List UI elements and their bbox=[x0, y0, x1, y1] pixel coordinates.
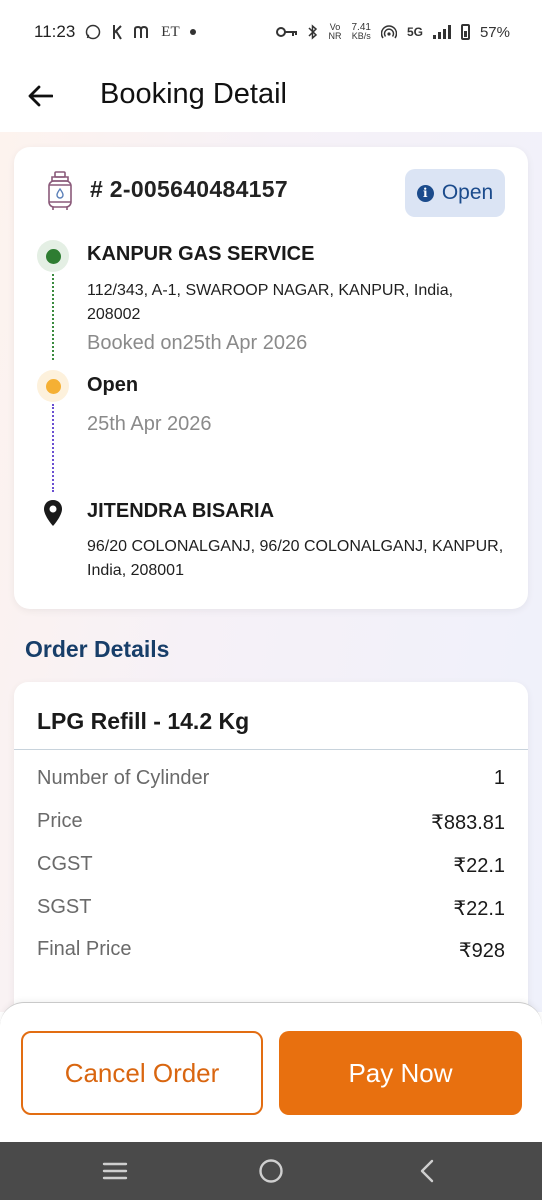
order-row-label: Price bbox=[37, 810, 83, 832]
order-details-heading: Order Details bbox=[25, 636, 170, 662]
order-row-sgst: SGST ₹22.1 bbox=[37, 896, 505, 921]
order-row-value: ₹883.81 bbox=[431, 812, 505, 834]
volte-indicator: Vo NR bbox=[328, 22, 342, 41]
status-bar-left: 11:23 ET bbox=[34, 22, 196, 42]
home-button[interactable] bbox=[256, 1156, 286, 1186]
bluetooth-icon bbox=[308, 24, 318, 40]
status-date: 25th Apr 2026 bbox=[87, 413, 212, 435]
order-row-label: Final Price bbox=[37, 938, 132, 960]
app-header: Booking Detail bbox=[0, 64, 542, 132]
booking-number: # 2-005640484157 bbox=[90, 176, 288, 202]
page-title: Booking Detail bbox=[100, 78, 287, 110]
timeline-connector-purple bbox=[52, 404, 54, 492]
notification-dot-icon bbox=[189, 29, 196, 35]
order-row-value: 1 bbox=[493, 767, 505, 789]
current-status: Open bbox=[87, 374, 139, 396]
order-row-label: Number of Cylinder bbox=[37, 767, 210, 789]
battery-percent: 57% bbox=[479, 23, 510, 41]
customer-address: 96/20 COLONALGANJ, 96/20 COLONALGANJ, KA… bbox=[87, 538, 504, 579]
info-icon: i bbox=[416, 184, 434, 202]
pay-now-button[interactable]: Pay Now bbox=[279, 1031, 522, 1115]
cancel-order-button[interactable]: Cancel Order bbox=[21, 1031, 263, 1115]
system-back-button[interactable] bbox=[412, 1156, 442, 1186]
menu-lines-icon bbox=[102, 1162, 128, 1180]
customer-name: JITENDRA BISARIA bbox=[87, 500, 275, 522]
recent-apps-button[interactable] bbox=[100, 1156, 130, 1186]
network-speed: 7.41 KB/s bbox=[351, 22, 371, 41]
et-icon: ET bbox=[161, 23, 180, 40]
distributor-address: 112/343, A-1, SWAROOP NAGAR, KANPUR, Ind… bbox=[87, 282, 454, 323]
home-circle-icon bbox=[259, 1159, 283, 1183]
timeline-connector-green bbox=[52, 274, 54, 360]
order-row-label: CGST bbox=[37, 853, 93, 875]
distributor-name: KANPUR GAS SERVICE bbox=[87, 243, 315, 265]
signal-icon bbox=[432, 25, 451, 39]
system-nav-bar bbox=[0, 1142, 542, 1200]
timeline-dot-distributor bbox=[37, 240, 69, 272]
order-row-final-price: Final Price ₹928 bbox=[37, 938, 505, 963]
bottom-action-bar: Cancel Order Pay Now bbox=[0, 1002, 542, 1142]
order-card: LPG Refill - 14.2 Kg Number of Cylinder … bbox=[14, 682, 528, 1022]
app-m-icon bbox=[134, 25, 149, 38]
hotspot-icon bbox=[380, 25, 397, 39]
order-row-price: Price ₹883.81 bbox=[37, 810, 505, 835]
order-row-value: ₹928 bbox=[458, 940, 505, 962]
gas-cylinder-icon bbox=[48, 171, 72, 210]
status-bar: 11:23 ET Vo NR 7.41 KB/s 5G 57% bbox=[0, 0, 542, 64]
status-time: 11:23 bbox=[34, 22, 76, 41]
whatsapp-icon bbox=[86, 24, 101, 40]
order-row-label: SGST bbox=[37, 896, 92, 918]
order-row-value: ₹22.1 bbox=[453, 855, 505, 877]
booked-on-date: Booked on25th Apr 2026 bbox=[87, 332, 308, 354]
network-type: 5G bbox=[406, 25, 423, 39]
order-row-value: ₹22.1 bbox=[453, 898, 505, 920]
product-title: LPG Refill - 14.2 Kg bbox=[37, 708, 250, 734]
order-row-cgst: CGST ₹22.1 bbox=[37, 853, 505, 878]
back-button[interactable] bbox=[22, 78, 58, 114]
back-arrow-icon bbox=[28, 85, 53, 107]
status-badge-label: Open bbox=[441, 181, 494, 204]
order-divider bbox=[14, 749, 528, 750]
location-pin-icon bbox=[44, 500, 62, 526]
key-icon bbox=[276, 27, 298, 37]
app-k-icon bbox=[113, 25, 123, 40]
timeline-dot-status bbox=[37, 370, 69, 402]
booking-card: # 2-005640484157 i Open KANPUR GAS SERVI… bbox=[14, 147, 528, 609]
status-badge: i Open bbox=[405, 169, 505, 217]
order-row-cylinders: Number of Cylinder 1 bbox=[37, 767, 505, 790]
battery-icon bbox=[460, 24, 470, 40]
chevron-left-icon bbox=[420, 1159, 434, 1183]
status-bar-right: Vo NR 7.41 KB/s 5G 57% bbox=[276, 23, 510, 41]
